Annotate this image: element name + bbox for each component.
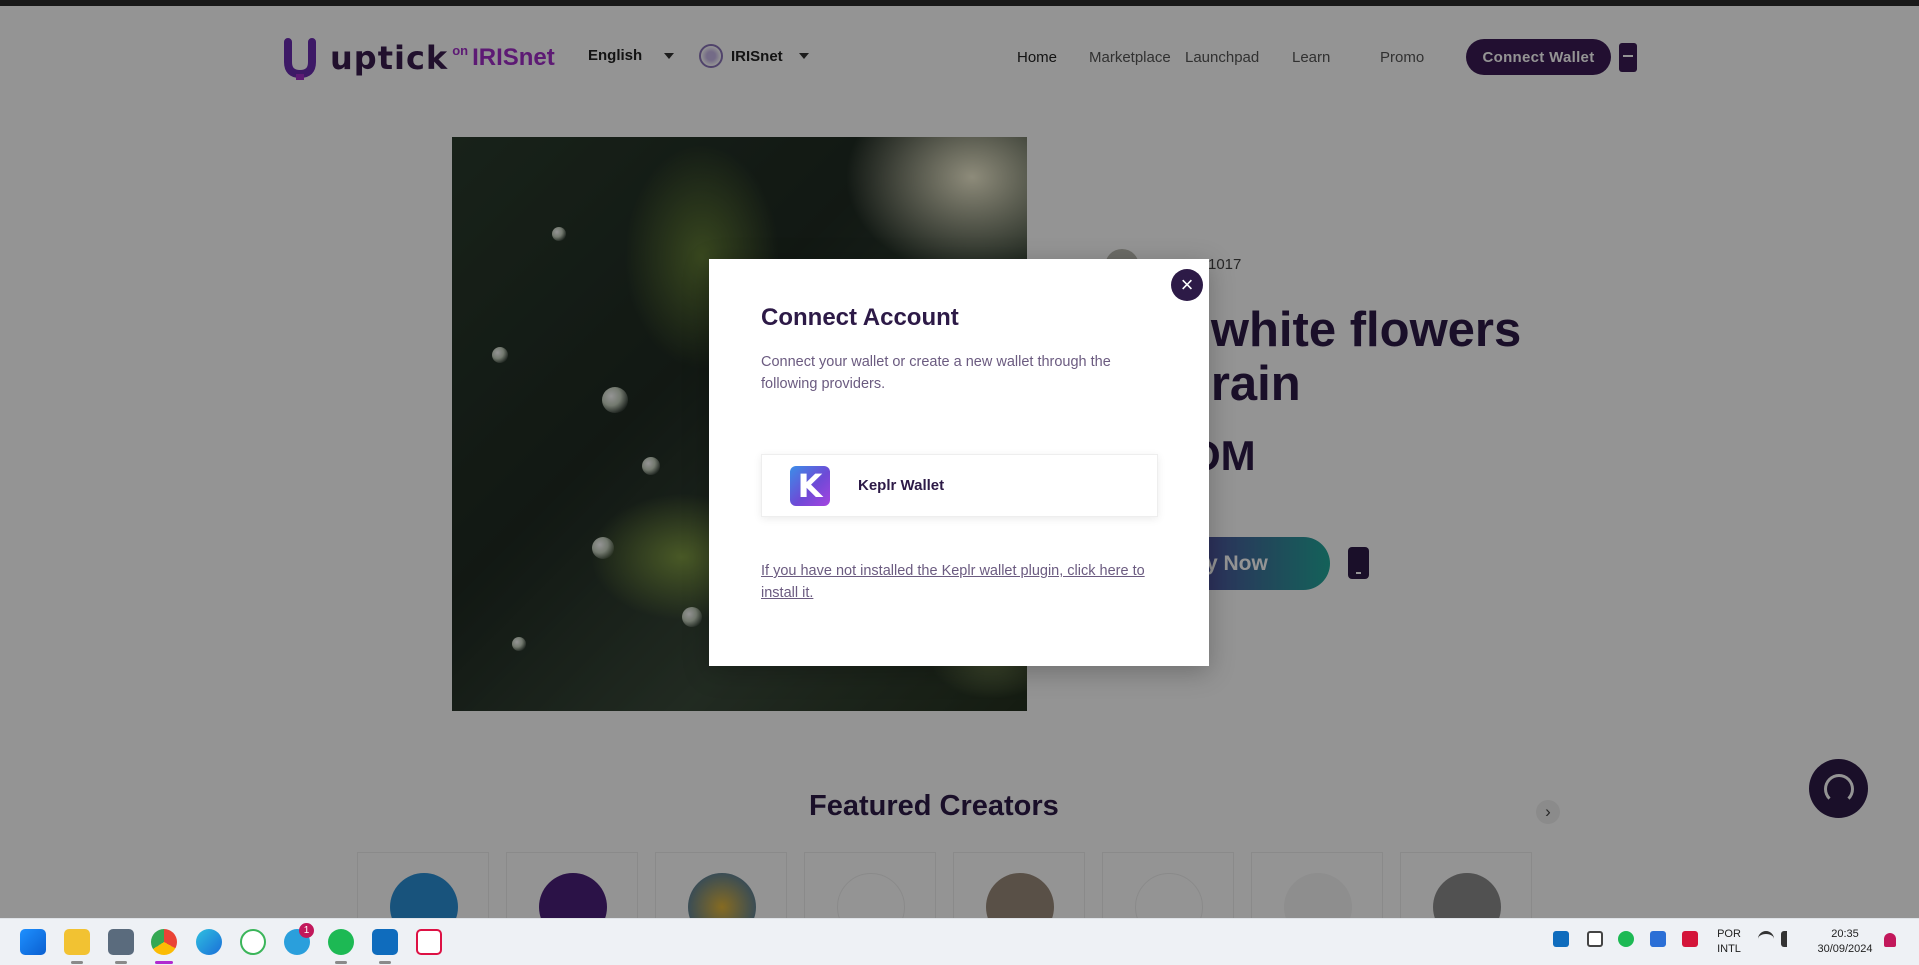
edge-icon[interactable] — [196, 929, 222, 955]
keyboard-layout: INTL — [1717, 943, 1741, 955]
file-explorer-icon[interactable] — [64, 929, 90, 955]
running-indicator — [71, 961, 83, 964]
telegram-badge: 1 — [299, 923, 314, 938]
time: 20:35 — [1831, 928, 1859, 940]
volume-icon[interactable] — [1781, 931, 1797, 947]
active-indicator — [155, 961, 173, 964]
keplr-logo-icon: K — [790, 465, 830, 506]
whatsapp-icon[interactable] — [240, 929, 266, 955]
date: 30/09/2024 — [1817, 943, 1873, 955]
running-indicator — [379, 961, 391, 964]
input-language[interactable]: POR INTL — [1712, 927, 1746, 957]
outlook-icon[interactable] — [372, 929, 398, 955]
clock[interactable]: 20:35 30/09/2024 — [1810, 927, 1880, 957]
notification-bell-icon[interactable] — [1884, 933, 1896, 947]
spotify-icon[interactable] — [328, 929, 354, 955]
amd-tray-icon[interactable] — [1682, 931, 1698, 947]
running-indicator — [115, 961, 127, 964]
wallet-name: Keplr Wallet — [858, 477, 945, 494]
language-code: POR — [1717, 928, 1741, 940]
modal-description: Connect your wallet or create a new wall… — [761, 354, 1111, 392]
security-tray-icon[interactable] — [1650, 931, 1666, 947]
web-page: uptick on IRISnet English IRISnet Home M… — [0, 0, 1919, 918]
snipping-tool-icon[interactable] — [416, 929, 442, 955]
spotify-tray-icon[interactable] — [1618, 931, 1634, 947]
outlook-tray-icon[interactable] — [1553, 931, 1569, 947]
modal-title: Connect Account — [761, 304, 959, 331]
install-keplr-link[interactable]: If you have not installed the Keplr wall… — [761, 560, 1158, 604]
wifi-icon[interactable] — [1758, 931, 1774, 947]
usb-tray-icon[interactable] — [1587, 931, 1603, 947]
running-indicator — [335, 961, 347, 964]
close-icon[interactable]: × — [1171, 269, 1203, 301]
connect-account-modal: × Connect Account Connect your wallet or… — [709, 259, 1209, 666]
keplr-wallet-option[interactable]: K Keplr Wallet — [761, 454, 1158, 517]
windows-start-icon[interactable] — [20, 929, 46, 955]
windows-taskbar: 1 POR INTL 20:35 30/09/2024 — [0, 918, 1919, 965]
chrome-icon[interactable] — [151, 929, 177, 955]
calculator-icon[interactable] — [108, 929, 134, 955]
